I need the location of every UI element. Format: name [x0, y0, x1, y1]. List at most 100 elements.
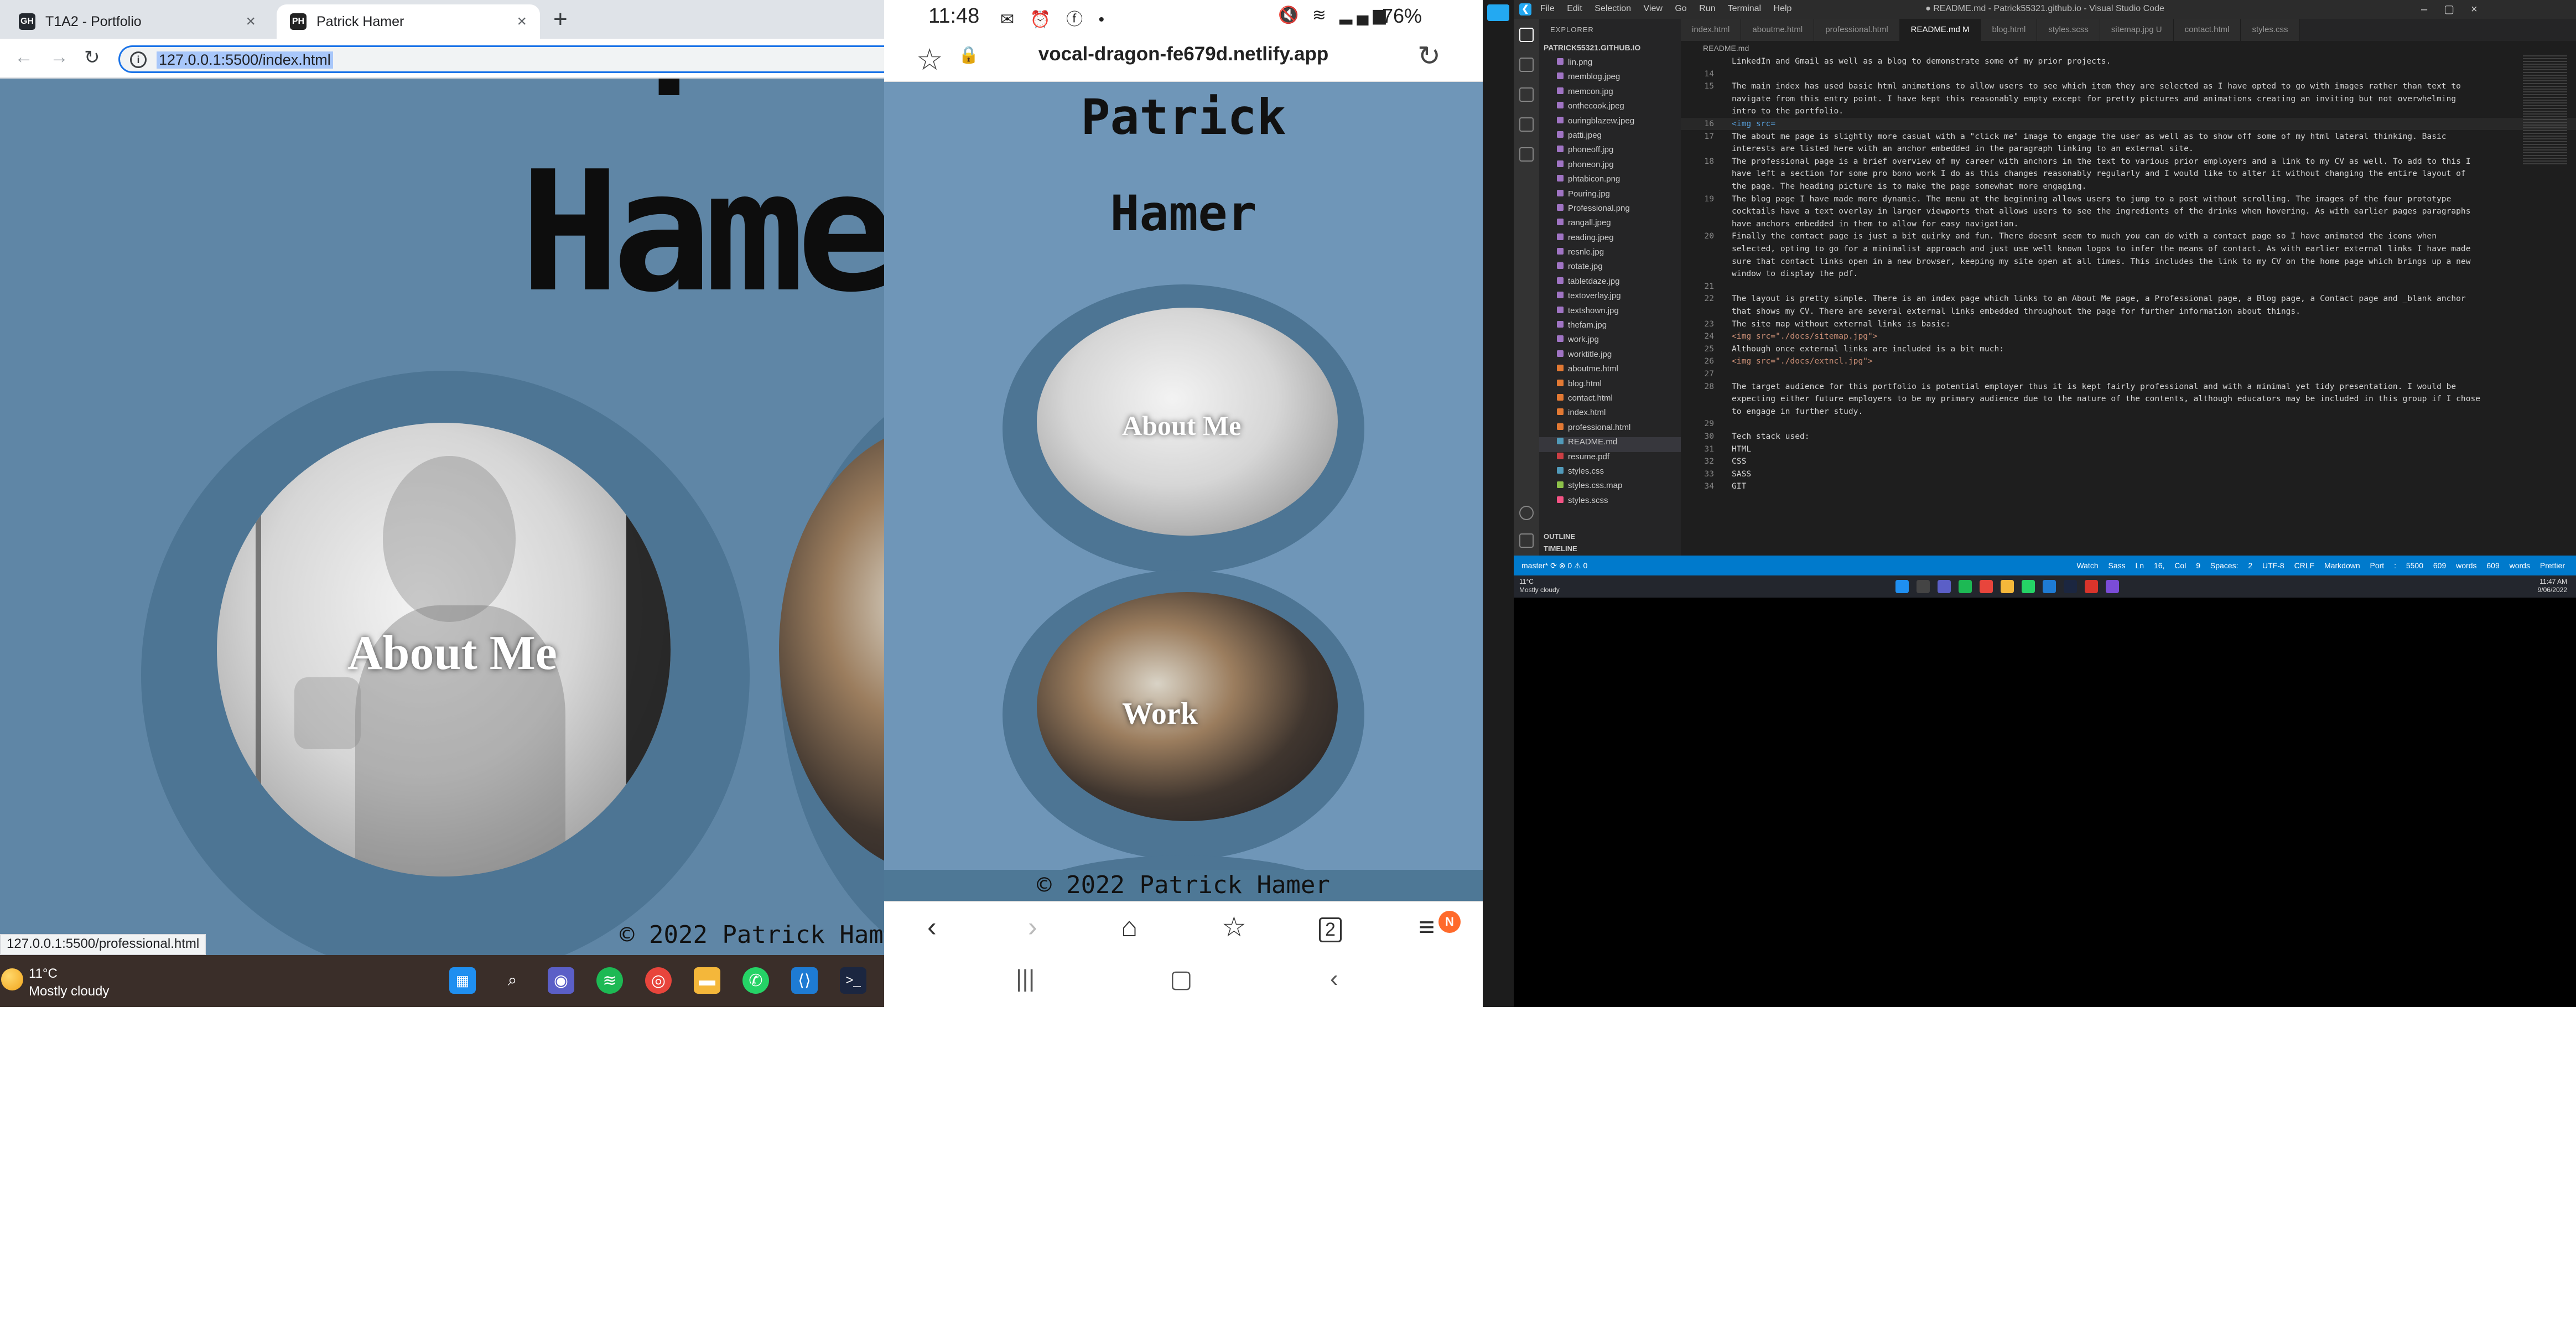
source-control-icon[interactable] [1519, 87, 1534, 102]
file-tree-item[interactable]: ouringblazew.jpeg [1539, 116, 1681, 131]
editor-tab[interactable]: README.md M [1899, 19, 1981, 41]
timeline-section[interactable]: TIMELINE [1544, 544, 1577, 553]
file-tree-item[interactable]: index.html [1539, 408, 1681, 422]
phone-tabs-icon[interactable]: 2 [1319, 917, 1342, 942]
file-tree-item[interactable]: phtabicon.png [1539, 174, 1681, 189]
search-icon[interactable] [1917, 580, 1930, 593]
vscode-icon[interactable] [2043, 580, 2056, 593]
teams-chat-icon[interactable] [1938, 580, 1951, 593]
editor-line[interactable]: expecting either future employers to be … [1681, 393, 2576, 405]
file-tree-item[interactable]: rangall.jpeg [1539, 218, 1681, 232]
status-right[interactable]: Watch Sass Ln 16, Col 9 Spaces: 2 UTF-8 … [2076, 556, 2565, 575]
secondary-weather[interactable]: 11°C Mostly cloudy [1519, 578, 1560, 594]
file-tree-item[interactable]: styles.css.map [1539, 481, 1681, 495]
about-me-label[interactable]: About Me [347, 625, 557, 681]
file-tree-item[interactable]: memcon.jpg [1539, 87, 1681, 101]
file-explorer-icon[interactable] [2001, 580, 2014, 593]
file-tree-item[interactable]: textoverlay.jpg [1539, 291, 1681, 305]
phone-url[interactable]: vocal-dragon-fe679d.netlify.app [884, 43, 1483, 65]
editor-line[interactable]: to engage in further study. [1681, 406, 2576, 418]
chrome-icon[interactable] [1980, 580, 1993, 593]
editor-line[interactable]: window to display the pdf. [1681, 268, 2576, 280]
editor-line[interactable]: cocktails have a text overlay in larger … [1681, 205, 2576, 217]
editor-tab[interactable]: professional.html [1814, 19, 1900, 41]
file-tree-item[interactable]: reading.jpeg [1539, 233, 1681, 247]
file-tree-item[interactable]: textshown.jpg [1539, 306, 1681, 320]
editor-line[interactable]: 15 The main index has used basic html ani… [1681, 80, 2576, 92]
settings-gear-icon[interactable] [1519, 533, 1534, 548]
file-tree-item[interactable]: Pouring.jpg [1539, 189, 1681, 204]
editor-line[interactable]: intro to the portfolio. [1681, 105, 2576, 117]
phone-forward-icon[interactable]: › [1028, 911, 1037, 943]
taskbar-clock[interactable]: 11:47 AM 9/06/2022 [2538, 578, 2567, 594]
windows-start-icon[interactable] [1895, 580, 1909, 593]
workspace-root[interactable]: PATRICK55321.GITHUB.IO [1544, 43, 1640, 52]
editor-tab[interactable]: blog.html [1981, 19, 2038, 41]
file-tree-item[interactable]: memblog.jpeg [1539, 72, 1681, 86]
weather-widget[interactable]: 11°C Mostly cloudy [1, 965, 109, 1000]
editor-line[interactable]: 26 <img src="./docs/extncl.jpg"> [1681, 355, 2576, 367]
file-tree-item[interactable]: phoneoff.jpg [1539, 145, 1681, 159]
file-tree-item[interactable]: contact.html [1539, 393, 1681, 408]
breadcrumb[interactable]: README.md [1681, 41, 2576, 55]
phone-hamburger-icon[interactable]: ≡ [1419, 911, 1435, 943]
windows-start-icon[interactable]: ▦ [449, 967, 476, 994]
editor-line[interactable]: 24 <img src="./docs/sitemap.jpg"> [1681, 330, 2576, 343]
file-tree-item[interactable]: onthecook.jpeg [1539, 101, 1681, 116]
search-icon[interactable] [1519, 58, 1534, 72]
window-controls[interactable]: –▢× [2421, 2, 2494, 16]
editor-line[interactable]: 28 The target audience for this portfolio… [1681, 381, 2576, 393]
editor-text-area[interactable]: LinkedIn and Gmail as well as a blog to … [1681, 55, 2576, 556]
editor-tab[interactable]: sitemap.jpg U [2100, 19, 2174, 41]
file-tree-item[interactable]: work.jpg [1539, 335, 1681, 349]
whatsapp-icon[interactable]: ✆ [742, 967, 769, 994]
editor-line[interactable]: 23 The site map without external links is… [1681, 318, 2576, 330]
file-tree-item[interactable]: professional.html [1539, 423, 1681, 437]
spotify-icon[interactable] [1959, 580, 1972, 593]
reload-icon[interactable]: ↻ [84, 46, 100, 69]
editor-tab[interactable]: styles.scss [2037, 19, 2100, 41]
file-tree-item[interactable]: patti.jpeg [1539, 131, 1681, 145]
editor-line[interactable]: 29 [1681, 418, 2576, 430]
whatsapp-icon[interactable] [2022, 580, 2035, 593]
file-tree-item[interactable]: resnle.jpg [1539, 247, 1681, 262]
back-arrow-icon[interactable]: ← [14, 46, 33, 68]
minimap[interactable] [2523, 55, 2567, 166]
run-debug-icon[interactable] [1519, 117, 1534, 132]
address-bar-url[interactable]: 127.0.0.1:5500/index.html [157, 51, 333, 69]
editor-line[interactable]: 19 The blog page I have made more dynamic… [1681, 193, 2576, 205]
address-bar[interactable]: i 127.0.0.1:5500/index.html [118, 45, 884, 73]
editor-line[interactable]: navigate from this entry point. I have k… [1681, 93, 2576, 105]
editor-line[interactable]: 21 [1681, 281, 2576, 293]
forward-arrow-icon[interactable]: → [50, 46, 69, 68]
outline-section[interactable]: OUTLINE [1544, 532, 1575, 541]
editor-tab[interactable]: styles.css [2241, 19, 2300, 41]
editor-line[interactable]: that shows my CV. There are several exte… [1681, 305, 2576, 318]
editor-line[interactable]: selected, opting to go for a minimalist … [1681, 243, 2576, 255]
editor-line[interactable]: sure that contact links open in a new br… [1681, 256, 2576, 268]
editor-line[interactable]: 25 Although once external links are inclu… [1681, 343, 2576, 355]
terminal-icon[interactable]: >_ [840, 967, 866, 994]
editor-line[interactable]: 18 The professional page is a brief overv… [1681, 155, 2576, 168]
site-info-icon[interactable]: i [130, 51, 147, 68]
phone-home-icon[interactable]: ⌂ [1121, 911, 1138, 943]
file-tree-item[interactable]: tabletdaze.jpg [1539, 277, 1681, 291]
editor-line[interactable]: 33 SASS [1681, 468, 2576, 480]
editor-line[interactable]: interests are listed here with an anchor… [1681, 143, 2576, 155]
file-tree-item[interactable]: lin.png [1539, 58, 1681, 72]
editor-line[interactable]: 17 The about me page is slightly more cas… [1681, 131, 2576, 143]
extensions-icon[interactable] [1519, 147, 1534, 162]
chrome-icon[interactable]: ◎ [645, 967, 672, 994]
phone-work-label[interactable]: Work [1122, 696, 1198, 732]
status-left[interactable]: master* ⟳ ⊗ 0 ⚠ 0 [1521, 556, 1587, 575]
editor-line[interactable]: 16 <img src= [1681, 118, 2576, 130]
explorer-icon[interactable] [1519, 28, 1534, 42]
file-explorer-icon[interactable]: ▬ [694, 967, 720, 994]
vscode-icon[interactable]: ⟨⟩ [791, 967, 818, 994]
close-tab-icon[interactable]: × [246, 12, 256, 31]
file-tree-item[interactable]: worktitle.jpg [1539, 350, 1681, 364]
file-tree-item[interactable]: blog.html [1539, 379, 1681, 393]
phone-bookmarks-icon[interactable]: ☆ [1222, 911, 1247, 943]
file-tree-item[interactable]: styles.css [1539, 466, 1681, 481]
phone-reload-icon[interactable]: ↻ [1417, 40, 1441, 72]
